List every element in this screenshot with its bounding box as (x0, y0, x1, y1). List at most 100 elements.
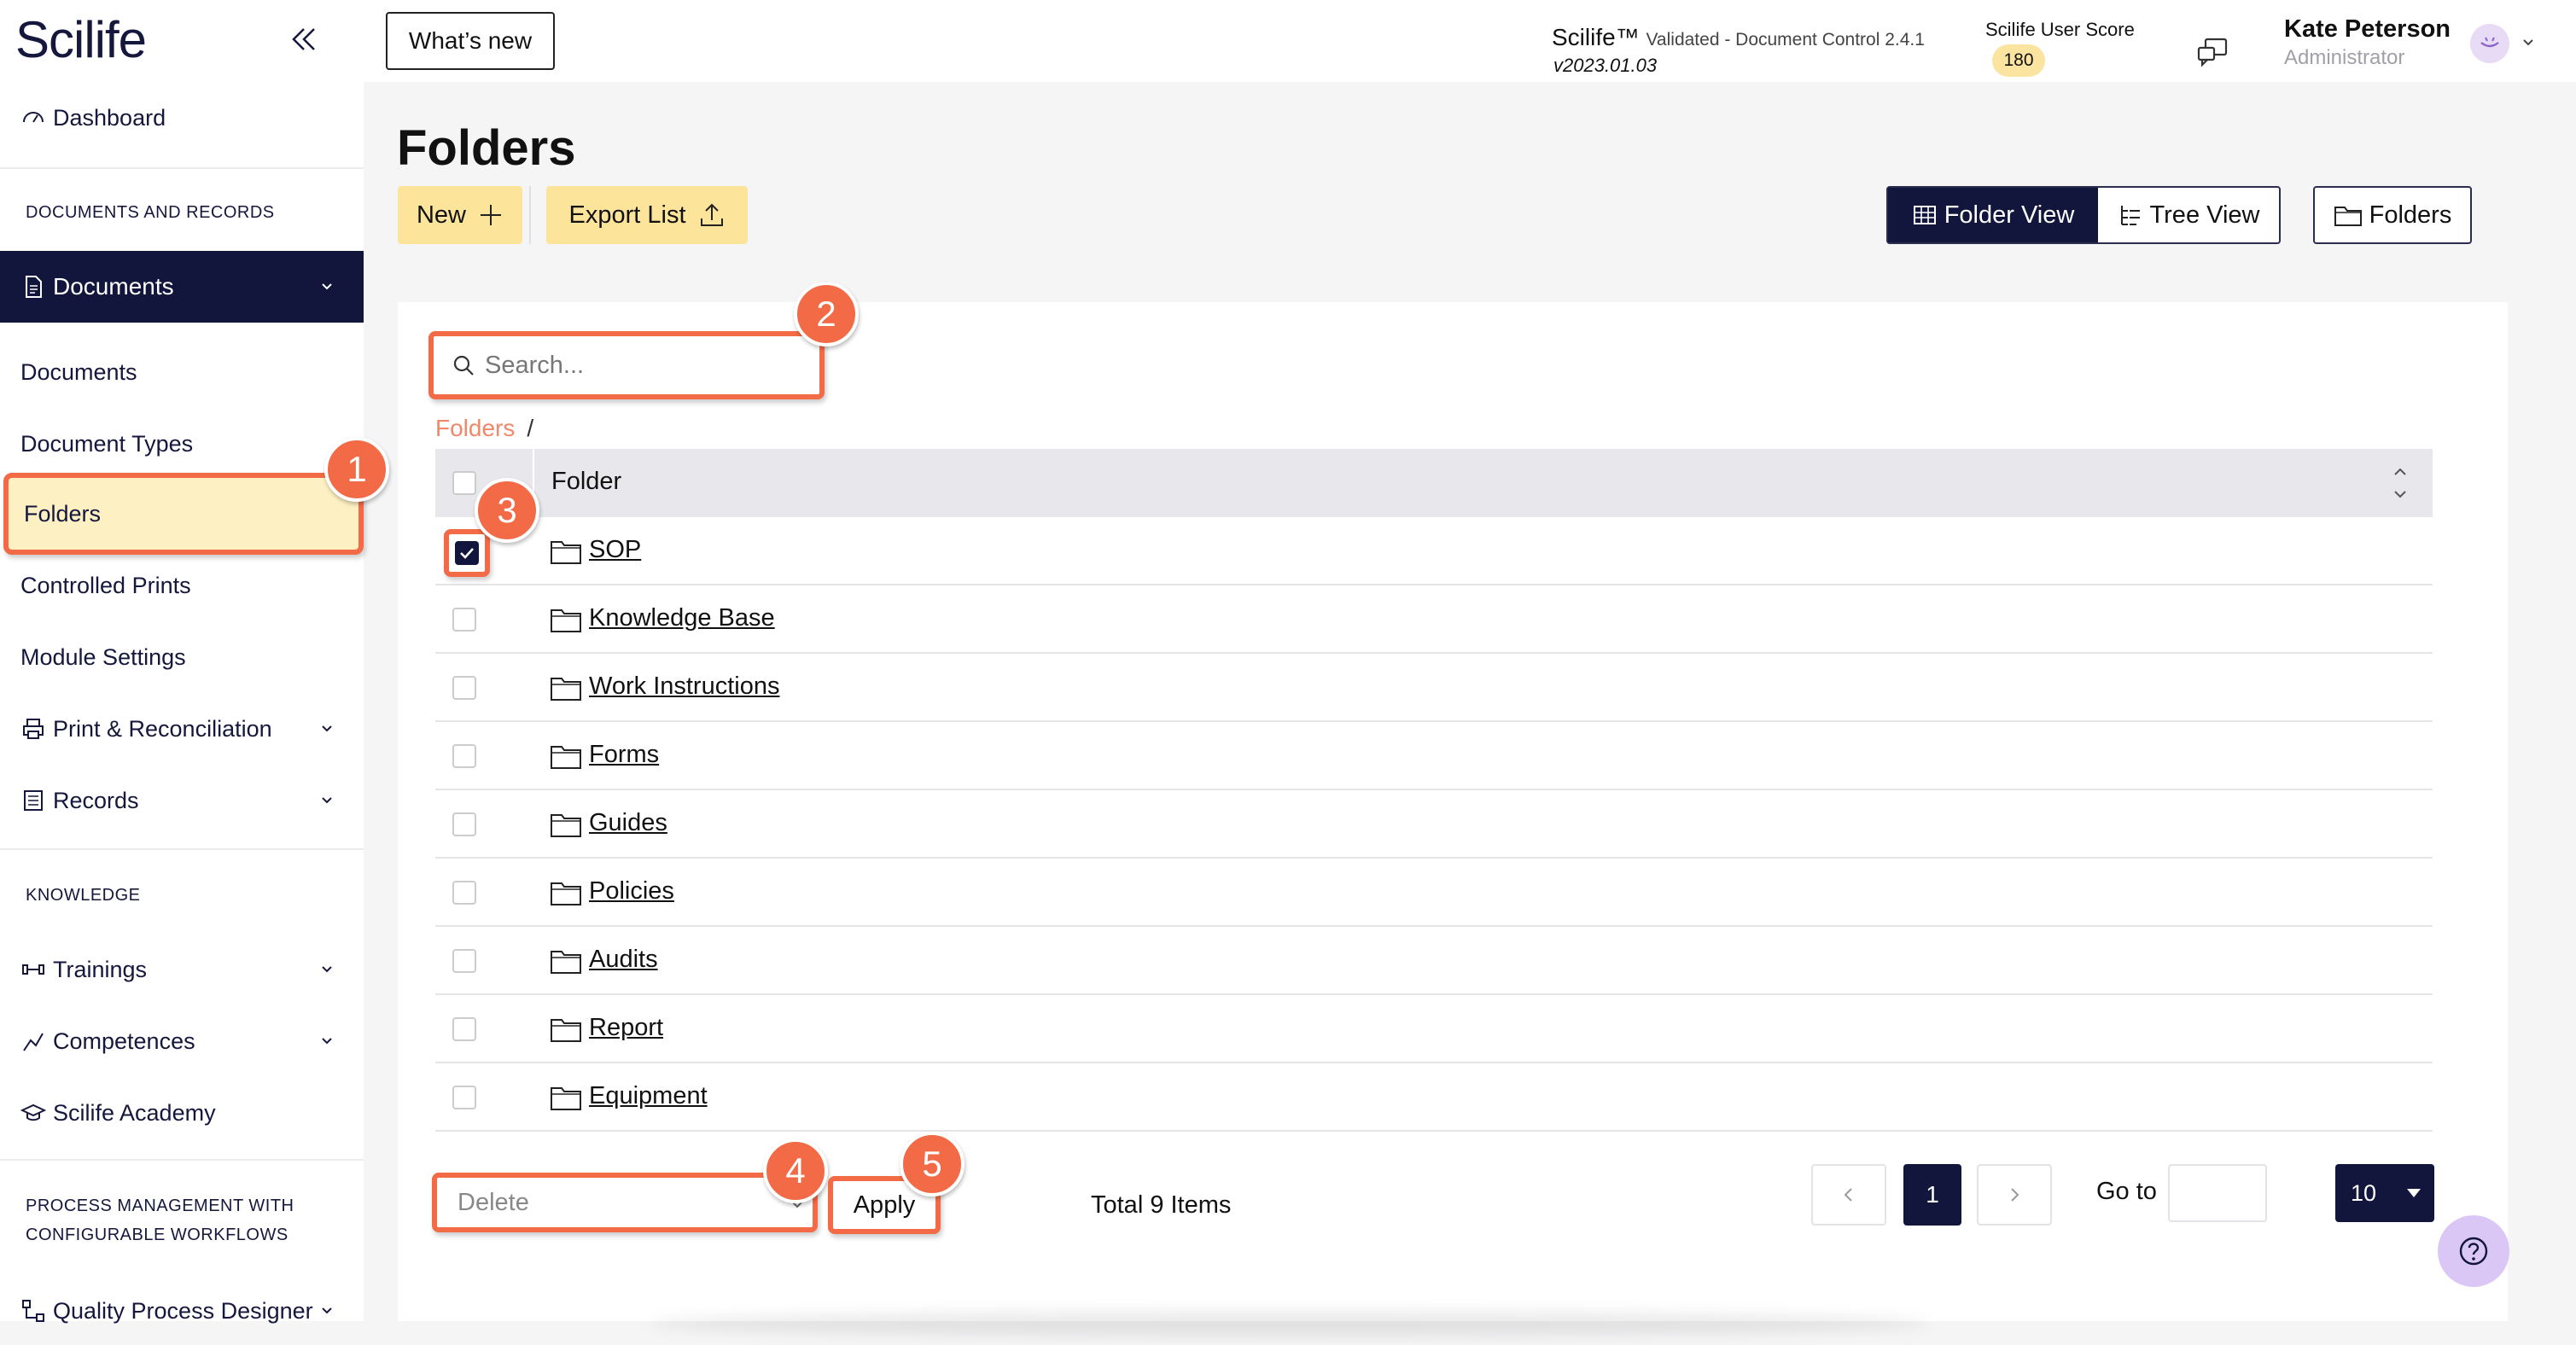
records-icon (24, 790, 43, 811)
search-input[interactable] (485, 351, 792, 380)
row-checkbox[interactable] (452, 1086, 476, 1109)
sidebar-item-dashboard[interactable]: Dashboard (0, 84, 364, 152)
row-checkbox[interactable] (452, 744, 476, 768)
goto-page-input[interactable] (2168, 1164, 2267, 1222)
tree-view-button[interactable]: Tree View (2098, 188, 2279, 242)
prev-page-button[interactable] (1811, 1164, 1886, 1226)
page-button-current[interactable]: 1 (1903, 1164, 1961, 1226)
folder-icon (551, 678, 581, 701)
printer-icon (23, 719, 44, 739)
collapse-sidebar-icon[interactable] (287, 22, 321, 56)
avatar[interactable] (2470, 24, 2509, 63)
gauge-icon (23, 112, 44, 123)
breadcrumb-link-folders[interactable]: Folders (435, 415, 515, 441)
folder-link[interactable]: Guides (589, 809, 667, 837)
sidebar-item-label: Scilife Academy (53, 1099, 216, 1126)
folder-link[interactable]: Policies (589, 877, 674, 905)
table-row[interactable]: Forms (435, 722, 2433, 790)
row-checkbox[interactable] (452, 949, 476, 973)
folder-link[interactable]: Knowledge Base (589, 604, 775, 632)
help-button[interactable] (2438, 1215, 2509, 1287)
sidebar-group-documents[interactable]: Documents (0, 251, 364, 323)
row-checkbox[interactable] (452, 608, 476, 632)
table-row[interactable]: Knowledge Base (435, 585, 2433, 654)
scilife-logo[interactable]: Scilife (15, 10, 147, 69)
sidebar-item-documents[interactable]: Documents (0, 338, 364, 406)
export-list-button[interactable]: Export List (546, 186, 748, 244)
select-all-checkbox[interactable] (452, 471, 476, 495)
table-row[interactable]: Guides (435, 790, 2433, 859)
sidebar-item-trainings[interactable]: Trainings (0, 935, 364, 1004)
checkmark-icon (460, 548, 474, 559)
folder-link[interactable]: SOP (589, 536, 641, 564)
folder-icon (551, 951, 581, 974)
product-name: Scilife™ (1552, 24, 1640, 50)
sort-icon[interactable] (2388, 461, 2412, 505)
table-row[interactable]: Audits (435, 927, 2433, 995)
avatar-face-icon (2480, 37, 2499, 48)
checkbox-fill (455, 541, 479, 565)
folder-icon (2334, 207, 2362, 226)
product-title: Scilife™ Validated - Document Control 2.… (1552, 24, 1925, 51)
row-checkbox[interactable] (452, 1017, 476, 1041)
chevron-down-icon (322, 283, 332, 290)
sidebar-item-records[interactable]: Records (0, 766, 364, 835)
folder-link[interactable]: Forms (589, 741, 659, 769)
sidebar-item-document-types[interactable]: Document Types (0, 410, 364, 478)
sidebar-item-folders[interactable]: Folders (3, 473, 364, 555)
user-score-badge: 180 (1992, 44, 2045, 77)
table-icon (1913, 206, 1936, 224)
chat-icon[interactable] (2195, 34, 2229, 68)
user-name[interactable]: Kate Peterson (2284, 15, 2451, 44)
table-row[interactable]: Policies (435, 859, 2433, 927)
bulk-action-select[interactable]: Delete (432, 1173, 818, 1232)
annotation-badge: 1 (324, 437, 389, 502)
sidebar-item-quality-process[interactable]: Quality Process Designer (0, 1277, 364, 1345)
search-icon (453, 355, 474, 376)
column-header-folder[interactable]: Folder (551, 468, 621, 496)
table-row[interactable]: Report (435, 995, 2433, 1063)
folder-link[interactable]: Report (589, 1014, 663, 1042)
section-heading: KNOWLEDGE (26, 886, 141, 905)
chevron-down-icon (322, 966, 332, 973)
folder-link[interactable]: Work Instructions (589, 672, 779, 701)
sidebar-item-controlled-prints[interactable]: Controlled Prints (0, 551, 364, 620)
row-checkbox[interactable] (452, 881, 476, 905)
plus-icon (481, 205, 501, 225)
chevron-down-icon[interactable] (2520, 34, 2537, 51)
sidebar-item-competences[interactable]: Competences (0, 1007, 364, 1075)
folder-view-button[interactable]: Folder View (1888, 188, 2098, 242)
table-row[interactable]: Equipment (435, 1063, 2433, 1132)
table-row[interactable]: SOP (435, 517, 2433, 585)
table-row[interactable]: Work Instructions (435, 654, 2433, 722)
annotation-badge: 2 (794, 282, 859, 346)
sidebar-item-module-settings[interactable]: Module Settings (0, 623, 364, 691)
breadcrumb: Folders / (435, 415, 533, 442)
page-size-select[interactable]: 10 (2335, 1164, 2434, 1222)
top-bar (364, 0, 2576, 82)
row-checkbox[interactable] (452, 676, 476, 700)
upload-icon (700, 203, 723, 226)
whats-new-button[interactable]: What’s new (386, 12, 555, 70)
product-version: v2023.01.03 (1553, 55, 1658, 76)
caret-down-icon (2407, 1189, 2421, 1197)
next-page-button[interactable] (1977, 1164, 2052, 1226)
folder-icon (551, 609, 581, 632)
folder-link[interactable]: Audits (589, 946, 658, 974)
tree-icon (2120, 206, 2140, 225)
sidebar-item-academy[interactable]: Scilife Academy (0, 1079, 364, 1147)
new-button-label: New (416, 201, 466, 229)
folder-link[interactable]: Equipment (589, 1082, 708, 1110)
sidebar-item-label: Quality Process Designer (53, 1297, 313, 1324)
view-toggle: Folder View Tree View (1886, 186, 2281, 244)
dumbbell-icon (22, 964, 44, 975)
sidebar-item-label: Dashboard (53, 104, 166, 131)
row-checkbox[interactable] (452, 812, 476, 836)
sidebar-item-print-reconciliation[interactable]: Print & Reconciliation (0, 695, 364, 763)
folder-view-label: Folder View (1944, 201, 2075, 229)
folders-button[interactable]: Folders (2313, 186, 2472, 244)
row-checkbox-checked[interactable] (444, 529, 490, 577)
new-button[interactable]: New (398, 186, 522, 244)
search-box[interactable] (428, 331, 825, 399)
workflow-icon (22, 1300, 44, 1322)
